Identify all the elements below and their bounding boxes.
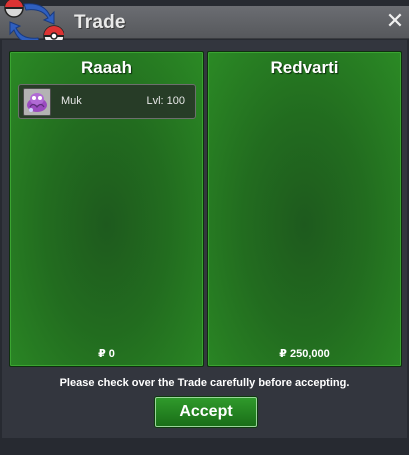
pokemon-muk-icon [23, 88, 51, 116]
money-offer: ₽ 0 [98, 348, 115, 360]
item-name: Muk [61, 95, 82, 107]
accept-button[interactable]: Accept [155, 397, 257, 427]
money-offer: ₽ 250,000 [279, 348, 330, 360]
close-button[interactable]: ✕ [384, 10, 406, 32]
trade-notice: Please check over the Trade carefully be… [59, 377, 350, 389]
player-name: Raaah [80, 58, 133, 77]
window-title: Trade [74, 12, 126, 33]
item-level: Lvl: 100 [146, 95, 185, 107]
trade-item-muk[interactable]: Muk Lvl: 100 [18, 84, 196, 119]
trade-window: Trade ✕ Raaah Muk Lvl: 100 ₽ 0 Redvarti … [0, 0, 409, 455]
trade-content: Raaah Muk Lvl: 100 ₽ 0 Redvarti ₽ 250,00… [2, 40, 407, 438]
player-name: Redvarti [270, 58, 339, 77]
trade-panel-self: Raaah Muk Lvl: 100 ₽ 0 [9, 51, 204, 367]
trade-panel-partner: Redvarti ₽ 250,000 [207, 51, 402, 367]
